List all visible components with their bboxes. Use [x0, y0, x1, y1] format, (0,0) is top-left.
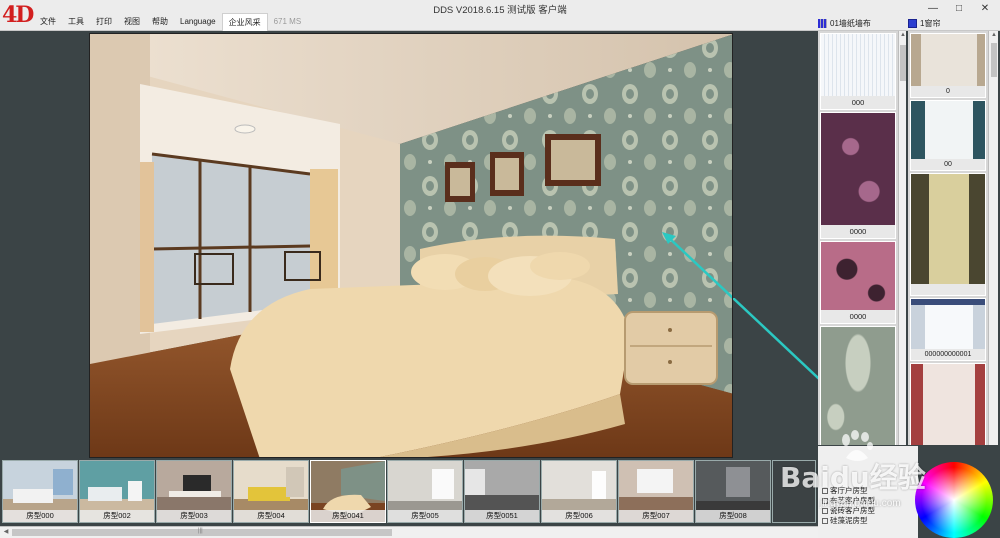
curtain-swatch-image — [911, 34, 985, 86]
room-render-viewport[interactable] — [89, 33, 733, 458]
wallpaper-swatch-image — [821, 34, 895, 96]
checkbox[interactable] — [822, 508, 828, 515]
room-label: 房型0041 — [311, 510, 385, 522]
room-type-item[interactable]: 瓷砖客户房型 — [818, 506, 918, 516]
room-type-list: 客厅户房型 布艺客户房型 瓷砖客户房型 硅藻泥房型 — [818, 446, 918, 538]
wallpaper-item[interactable]: 0000 — [820, 241, 896, 324]
scroll-left-icon[interactable]: ◀ — [2, 528, 10, 537]
room-thumbnail[interactable]: 房型006 — [541, 460, 617, 523]
menu-view[interactable]: 视图 — [118, 13, 146, 31]
room-type-label: 瓷砖客户房型 — [830, 506, 875, 515]
curtain-label: 00 — [911, 159, 985, 170]
room-label: 房型007 — [619, 510, 693, 522]
wallpaper-list: 000 0000 0000 00000 — [818, 31, 898, 445]
curtain-swatch-image — [911, 101, 985, 159]
title-bar: 4D DDS V2018.6.15 测试版 客户端 文件 工具 打印 视图 帮助… — [0, 0, 1000, 31]
curtain-label — [911, 284, 985, 295]
curtain-scroll-thumb[interactable] — [991, 43, 997, 77]
curtain-header-label: 1窗帘 — [920, 18, 941, 28]
curtain-item[interactable] — [910, 173, 986, 296]
room-label: 房型006 — [542, 510, 616, 522]
checkbox[interactable] — [822, 488, 828, 495]
render-timing: 671 MS — [273, 17, 302, 26]
room-type-item[interactable]: 客厅户房型 — [818, 486, 918, 496]
wallpaper-scrollbar[interactable]: ▲ — [898, 31, 906, 445]
curtain-swatch-image — [911, 364, 985, 445]
room-label: 房型002 — [80, 510, 154, 522]
wallpaper-header-label: 01墙纸墙布 — [830, 18, 871, 28]
curtain-label: 000000000001 — [911, 349, 985, 360]
room-type-label: 硅藻泥房型 — [830, 516, 868, 525]
wallpaper-label: 000 — [821, 96, 895, 109]
wallpaper-label: 0000 — [821, 310, 895, 323]
room-label: 房型0051 — [465, 510, 539, 522]
room-thumbnail[interactable]: 房型005 — [387, 460, 463, 523]
scroll-up-icon[interactable]: ▲ — [899, 31, 907, 40]
color-wheel-picker[interactable] — [915, 462, 993, 538]
room-label: 房型003 — [157, 510, 231, 522]
curtain-window-icon — [908, 18, 917, 28]
app-window: 4D DDS V2018.6.15 测试版 客户端 文件 工具 打印 视图 帮助… — [0, 0, 1000, 538]
checkbox[interactable] — [822, 518, 828, 525]
menu-print[interactable]: 打印 — [90, 13, 118, 31]
wallpaper-label: 0000 — [821, 225, 895, 238]
curtain-panel-header[interactable]: 1窗帘 — [908, 15, 998, 31]
wallpaper-swatch-image — [821, 113, 895, 225]
room-thumbnail[interactable]: 房型008 — [695, 460, 771, 523]
wallpaper-scroll-thumb[interactable] — [900, 45, 906, 81]
room-type-label: 客厅户房型 — [830, 486, 868, 495]
wallpaper-swatch-image — [821, 327, 895, 445]
room-type-item[interactable]: 硅藻泥房型 — [818, 516, 918, 526]
menu-file[interactable]: 文件 — [34, 13, 62, 31]
menu-bar: 文件 工具 打印 视图 帮助 Language 企业风采 671 MS — [34, 13, 307, 31]
curtain-swatch-image — [911, 174, 985, 284]
bedroom-render — [90, 34, 732, 457]
room-label: 房型004 — [234, 510, 308, 522]
menu-language[interactable]: Language — [174, 13, 222, 31]
checkbox[interactable] — [822, 498, 828, 505]
wallpaper-panel-header[interactable]: 01墙纸墙布 — [818, 15, 906, 31]
room-thumbnail[interactable]: 房型007 — [618, 460, 694, 523]
room-thumbnail[interactable]: 房型0051 — [464, 460, 540, 523]
room-thumbnail[interactable]: 房型002 — [79, 460, 155, 523]
room-label: 房型008 — [696, 510, 770, 522]
room-thumbnail[interactable] — [772, 460, 816, 523]
room-thumbnail[interactable]: 房型003 — [156, 460, 232, 523]
room-thumbnail-strip: 房型000 房型002 房型003 房型004 房型0041 房型005 房型0… — [0, 458, 818, 524]
room-thumbnail-selected[interactable]: 房型0041 — [310, 460, 386, 523]
scroll-grip-icon: ||| — [198, 528, 203, 534]
wallpaper-swatch-image — [821, 242, 895, 310]
room-type-label: 布艺客户房型 — [830, 496, 875, 505]
curtain-list: 0 00 000000000001 — [908, 31, 988, 445]
room-label: 房型000 — [3, 510, 77, 522]
menu-tools[interactable]: 工具 — [62, 13, 90, 31]
menu-company[interactable]: 企业风采 — [221, 13, 268, 31]
room-thumbnail[interactable]: 房型004 — [233, 460, 309, 523]
scroll-up-icon[interactable]: ▲ — [989, 31, 999, 40]
wallpaper-item[interactable]: 000 — [820, 33, 896, 110]
room-type-spacer — [818, 446, 918, 486]
wallpaper-item[interactable]: 00000 — [820, 326, 896, 445]
curtain-item[interactable]: 0 — [910, 33, 986, 98]
curtain-swatch-image — [911, 299, 985, 349]
curtain-label: 0 — [911, 86, 985, 97]
curtain-item[interactable]: 000000000001 — [910, 298, 986, 361]
room-thumbnail-image — [773, 461, 815, 522]
menu-help[interactable]: 帮助 — [146, 13, 174, 31]
curtain-scrollbar[interactable]: ▲ — [988, 31, 998, 445]
wallpaper-grid-icon — [818, 18, 827, 28]
room-type-item[interactable]: 布艺客户房型 — [818, 496, 918, 506]
room-label: 房型005 — [388, 510, 462, 522]
curtain-item[interactable]: 00 — [910, 100, 986, 171]
thumbnail-scrollbar[interactable]: ◀ ||| — [0, 526, 818, 538]
wallpaper-item[interactable]: 0000 — [820, 112, 896, 239]
room-thumbnail[interactable]: 房型000 — [2, 460, 78, 523]
curtain-item[interactable] — [910, 363, 986, 445]
